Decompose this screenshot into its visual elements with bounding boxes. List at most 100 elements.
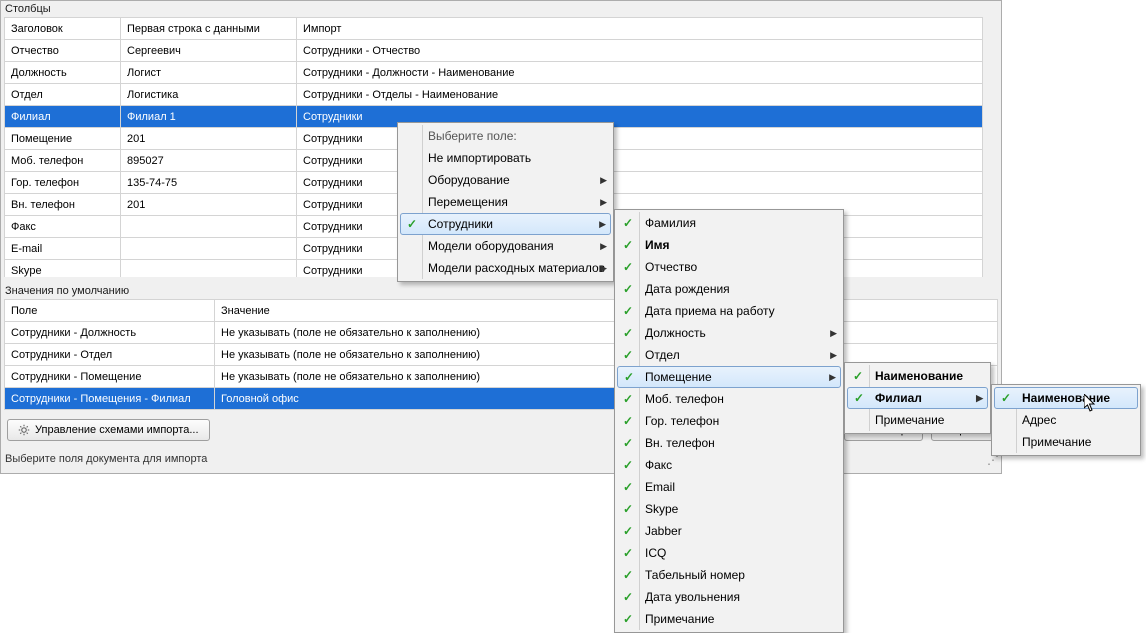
menu-item-label: Jabber bbox=[645, 524, 682, 538]
menu-item[interactable]: ✓Табельный номер bbox=[617, 564, 841, 586]
table-cell[interactable]: Сотрудники - Должности - Наименование bbox=[297, 62, 983, 84]
menu-item[interactable]: ✓ Jabber bbox=[617, 520, 841, 542]
menu-item[interactable]: Модели оборудования▶ bbox=[400, 235, 611, 257]
menu-item[interactable]: ✓Наименование bbox=[847, 365, 988, 387]
menu-item[interactable]: ✓Отчество bbox=[617, 256, 841, 278]
context-menu-level2[interactable]: ✓Фамилия✓Имя✓Отчество✓Дата рождения✓Дата… bbox=[614, 209, 844, 633]
menu-item[interactable]: ✓Должность▶ bbox=[617, 322, 841, 344]
menu-item[interactable]: ✓ Факс bbox=[617, 454, 841, 476]
table-row[interactable]: ОтделЛогистикаСотрудники - Отделы - Наим… bbox=[5, 84, 983, 106]
menu-item[interactable]: Оборудование▶ bbox=[400, 169, 611, 191]
table-cell[interactable]: 201 bbox=[121, 128, 297, 150]
context-menu-level4[interactable]: ✓НаименованиеАдресПримечание bbox=[991, 384, 1141, 456]
menu-item-label: Примечание bbox=[875, 413, 944, 427]
table-cell[interactable] bbox=[121, 216, 297, 238]
col-header-firstrow[interactable]: Первая строка с данными bbox=[121, 18, 297, 40]
submenu-arrow-icon: ▶ bbox=[600, 263, 607, 274]
table-cell[interactable]: Вн. телефон bbox=[5, 194, 121, 216]
menu-header: Выберите поле: bbox=[400, 125, 611, 147]
menu-item-label: Факс bbox=[645, 458, 672, 472]
table-cell[interactable]: Должность bbox=[5, 62, 121, 84]
table-cell[interactable]: Сотрудники - Отдел bbox=[5, 344, 215, 366]
menu-item-label: Филиал bbox=[875, 391, 922, 405]
table-cell[interactable]: Филиал bbox=[5, 106, 121, 128]
menu-item[interactable]: ✓Вн. телефон bbox=[617, 432, 841, 454]
submenu-arrow-icon: ▶ bbox=[600, 241, 607, 252]
menu-item-label: Помещение bbox=[645, 370, 712, 384]
table-cell[interactable]: Сотрудники - Отделы - Наименование bbox=[297, 84, 983, 106]
menu-item-label: Skype bbox=[645, 502, 678, 516]
def-header-field[interactable]: Поле bbox=[5, 300, 215, 322]
table-row[interactable]: ОтчествоСергеевичСотрудники - Отчество bbox=[5, 40, 983, 62]
check-icon: ✓ bbox=[623, 458, 633, 472]
table-cell[interactable]: 135-74-75 bbox=[121, 172, 297, 194]
table-cell[interactable]: Моб. телефон bbox=[5, 150, 121, 172]
menu-item[interactable]: ✓Skype bbox=[617, 498, 841, 520]
table-cell[interactable]: Помещение bbox=[5, 128, 121, 150]
context-menu-level1[interactable]: Выберите поле: Не импортировать Оборудован… bbox=[397, 122, 614, 282]
table-cell[interactable]: Отчество bbox=[5, 40, 121, 62]
table-cell[interactable]: Сотрудники - Должность bbox=[5, 322, 215, 344]
table-cell[interactable]: Сотрудники - Помещения - Филиал bbox=[5, 388, 215, 410]
table-cell[interactable]: Сотрудники - Помещение bbox=[5, 366, 215, 388]
table-cell[interactable]: Гор. телефон bbox=[5, 172, 121, 194]
menu-item[interactable]: ✓ICQ bbox=[617, 542, 841, 564]
table-cell[interactable] bbox=[121, 238, 297, 260]
check-icon: ✓ bbox=[623, 348, 633, 362]
check-icon: ✓ bbox=[623, 524, 633, 538]
menu-item[interactable]: ✓Имя bbox=[617, 234, 841, 256]
menu-item[interactable]: ✓Дата увольнения bbox=[617, 586, 841, 608]
menu-item-label: Наименование bbox=[875, 369, 963, 383]
menu-item[interactable]: ✓Примечание bbox=[617, 608, 841, 630]
menu-item[interactable]: ✓Фамилия bbox=[617, 212, 841, 234]
table-cell[interactable]: E-mail bbox=[5, 238, 121, 260]
table-cell[interactable]: Логист bbox=[121, 62, 297, 84]
menu-item-label: Гор. телефон bbox=[645, 414, 719, 428]
def-header-value[interactable]: Значение bbox=[215, 300, 998, 322]
submenu-arrow-icon: ▶ bbox=[600, 175, 607, 186]
menu-item-label: ICQ bbox=[645, 546, 666, 560]
menu-item[interactable]: Модели расходных материалов▶ bbox=[400, 257, 611, 279]
menu-item[interactable]: ✓Email bbox=[617, 476, 841, 498]
table-cell[interactable]: Не указывать (поле не обязательно к запо… bbox=[215, 322, 998, 344]
menu-item[interactable]: Примечание bbox=[994, 431, 1138, 453]
menu-item[interactable]: Перемещения▶ bbox=[400, 191, 611, 213]
menu-item-label: Отдел bbox=[645, 348, 680, 362]
table-cell[interactable]: Сотрудники - Отчество bbox=[297, 40, 983, 62]
manage-schemes-label: Управление схемами импорта... bbox=[35, 424, 199, 436]
menu-item[interactable]: Примечание bbox=[847, 409, 988, 431]
table-cell[interactable]: Логистика bbox=[121, 84, 297, 106]
menu-item[interactable]: ✓Гор. телефон bbox=[617, 410, 841, 432]
menu-item-label: Фамилия bbox=[645, 216, 696, 230]
menu-item[interactable]: ✓Помещение▶ bbox=[617, 366, 841, 388]
check-icon: ✓ bbox=[623, 590, 633, 604]
menu-item[interactable]: ✓Сотрудники▶ bbox=[400, 213, 611, 235]
table-row[interactable]: Сотрудники - ДолжностьНе указывать (поле… bbox=[5, 322, 998, 344]
context-menu-level3[interactable]: ✓Наименование✓Филиал▶ Примечание bbox=[844, 362, 991, 434]
check-icon: ✓ bbox=[623, 326, 633, 340]
menu-item[interactable]: Адрес bbox=[994, 409, 1138, 431]
table-cell[interactable]: Сергеевич bbox=[121, 40, 297, 62]
menu-item-label: Дата рождения bbox=[645, 282, 730, 296]
menu-item[interactable]: ✓Филиал▶ bbox=[847, 387, 988, 409]
menu-item[interactable]: Не импортировать bbox=[400, 147, 611, 169]
col-header-import[interactable]: Импорт bbox=[297, 18, 983, 40]
menu-item[interactable]: ✓Наименование bbox=[994, 387, 1138, 409]
menu-item[interactable]: ✓Дата приема на работу bbox=[617, 300, 841, 322]
table-cell[interactable]: 895027 bbox=[121, 150, 297, 172]
check-icon: ✓ bbox=[623, 436, 633, 450]
table-cell[interactable]: Skype bbox=[5, 260, 121, 278]
table-cell[interactable]: 201 bbox=[121, 194, 297, 216]
col-header-title[interactable]: Заголовок bbox=[5, 18, 121, 40]
table-row[interactable]: ДолжностьЛогистСотрудники - Должности - … bbox=[5, 62, 983, 84]
menu-item[interactable]: ✓Моб. телефон bbox=[617, 388, 841, 410]
menu-item[interactable]: ✓Отдел▶ bbox=[617, 344, 841, 366]
check-icon: ✓ bbox=[623, 612, 633, 626]
menu-item-label: Не импортировать bbox=[428, 151, 531, 165]
table-cell[interactable] bbox=[121, 260, 297, 278]
table-cell[interactable]: Отдел bbox=[5, 84, 121, 106]
table-cell[interactable]: Филиал 1 bbox=[121, 106, 297, 128]
table-cell[interactable]: Факс bbox=[5, 216, 121, 238]
menu-item[interactable]: ✓Дата рождения bbox=[617, 278, 841, 300]
manage-schemes-button[interactable]: Управление схемами импорта... bbox=[7, 419, 210, 441]
